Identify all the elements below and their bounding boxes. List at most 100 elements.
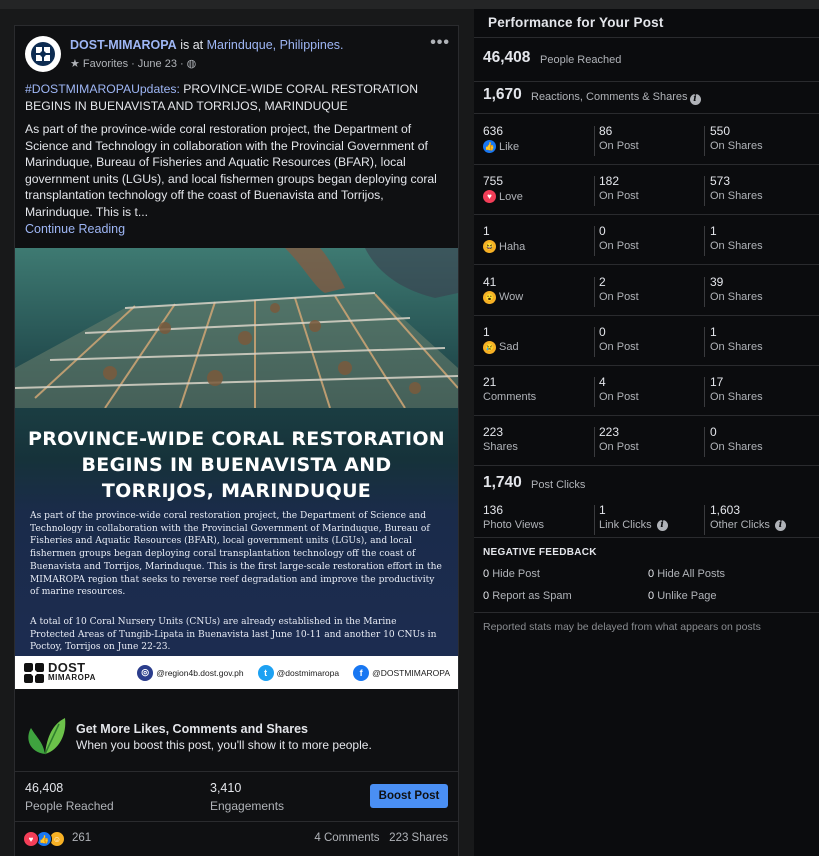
facebook-handle: f @DOSTMIMAROPA bbox=[353, 664, 450, 681]
reaction-total-cell: 1 😢 Sad bbox=[483, 324, 519, 354]
facebook-icon: f bbox=[353, 664, 370, 681]
reaction-row-wow: 41 😮 Wow 2 On Post 39 On Shares bbox=[474, 266, 819, 316]
post-image[interactable]: PROVINCE-WIDE CORAL RESTORATION BEGINS I… bbox=[15, 248, 458, 689]
top-bar bbox=[0, 0, 819, 9]
boost-subtitle: When you boost this post, you'll show it… bbox=[76, 738, 372, 752]
post-meta-line: ★ Favorites · June 23 · ◍ bbox=[70, 57, 197, 71]
hide-post-stat: 0 Hide Post bbox=[483, 568, 540, 580]
post-date[interactable]: June 23 bbox=[138, 58, 177, 70]
reactions-comments-shares-value: 1,670 bbox=[483, 86, 522, 103]
haha-icon: 😆 bbox=[483, 240, 496, 254]
post-title: #DOSTMIMAROPAUpdates: PROVINCE-WIDE CORA… bbox=[25, 81, 450, 114]
unlike-page-stat: 0 Unlike Page bbox=[648, 590, 717, 602]
reactions-comments-shares-label: Reactions, Comments & Shares i bbox=[531, 91, 701, 105]
performance-panel: Performance for Your Post 46,408 People … bbox=[474, 9, 819, 856]
post-card: DOST-MIMAROPA is at Marinduque, Philippi… bbox=[14, 25, 459, 856]
info-icon[interactable]: i bbox=[689, 93, 701, 105]
info-icon[interactable]: i bbox=[774, 519, 786, 531]
engagements-value: 3,410 bbox=[210, 781, 242, 795]
report-spam-stat: 0 Report as Spam bbox=[483, 590, 572, 602]
reactions-count[interactable]: 261 bbox=[72, 832, 91, 844]
other-clicks-cell: 1,603 Other Clicks i bbox=[710, 503, 786, 531]
hashtag-link[interactable]: #DOSTMIMAROPAUpdates: bbox=[25, 82, 180, 96]
reactions-bar: ♥ 👍 ☺ 261 4 Comments 223 Shares bbox=[15, 821, 458, 854]
web-icon: ◎ bbox=[137, 664, 154, 681]
page-avatar[interactable] bbox=[25, 36, 61, 72]
dost-mimaropa-logo: DOST MIMAROPA bbox=[23, 661, 96, 684]
on-post-cell: 182 On Post bbox=[599, 174, 639, 203]
hide-all-posts-stat: 0 Hide All Posts bbox=[648, 568, 726, 580]
performance-title: Performance for Your Post bbox=[488, 15, 664, 30]
post-stats-row: 46,408 People Reached 3,410 Engagements … bbox=[15, 771, 458, 820]
on-post-cell: 4 On Post bbox=[599, 375, 639, 403]
page-name-link[interactable]: DOST-MIMAROPA bbox=[70, 38, 177, 52]
post-body-text: As part of the province-wide coral resto… bbox=[25, 122, 437, 219]
twitter-icon: t bbox=[257, 664, 274, 681]
comments-count-link[interactable]: 4 Comments bbox=[314, 832, 379, 844]
reaction-total-cell: 21 Comments bbox=[483, 375, 537, 403]
reaction-row-shares: 223 Shares 223 On Post 0 On Shares bbox=[474, 416, 819, 467]
reaction-row-comments: 21 Comments 4 On Post 17 On Shares bbox=[474, 366, 819, 416]
link-clicks-cell: 1 Link Clicks i bbox=[599, 503, 668, 531]
post-author-line: DOST-MIMAROPA is at Marinduque, Philippi… bbox=[70, 38, 344, 52]
on-post-cell: 86 On Post bbox=[599, 124, 639, 152]
audience-label: Favorites bbox=[82, 57, 129, 70]
photo-views-cell: 136 Photo Views bbox=[483, 503, 544, 531]
reaction-row-sad: 1 😢 Sad 0 On Post 1 On Shares bbox=[474, 316, 819, 366]
on-post-cell: 2 On Post bbox=[599, 274, 639, 303]
post-clicks-value: 1,740 bbox=[483, 474, 522, 491]
on-shares-cell: 1 On Shares bbox=[710, 224, 763, 253]
reaction-total-cell: 1 😆 Haha bbox=[483, 224, 526, 254]
image-footer: DOST MIMAROPA ◎ @region4b.dost.gov.ph t … bbox=[15, 656, 458, 689]
dost-logo-icon bbox=[31, 42, 55, 66]
website-handle: ◎ @region4b.dost.gov.ph bbox=[137, 664, 244, 681]
post-header: DOST-MIMAROPA is at Marinduque, Philippi… bbox=[25, 34, 450, 76]
on-shares-cell: 39 On Shares bbox=[710, 274, 763, 303]
sad-icon: 😢 bbox=[483, 340, 496, 354]
perf-reached-label: People Reached bbox=[540, 54, 622, 66]
boost-title: Get More Likes, Comments and Shares bbox=[76, 722, 309, 736]
continue-reading-link[interactable]: Continue Reading bbox=[25, 222, 125, 236]
post-clicks-label: Post Clicks bbox=[531, 479, 586, 491]
image-paragraph-2: A total of 10 Coral Nursery Units (CNUs)… bbox=[30, 617, 437, 653]
location-link[interactable]: Marinduque, Philippines. bbox=[207, 38, 344, 52]
reaction-total-cell: 41 😮 Wow bbox=[483, 274, 524, 304]
reaction-row-like: 636 👍 Like 86 On Post 550 On Shares bbox=[474, 115, 819, 165]
more-options-icon[interactable]: ••• bbox=[430, 34, 450, 52]
boost-post-button[interactable]: Boost Post bbox=[370, 784, 448, 808]
people-reached-value: 46,408 bbox=[25, 781, 64, 795]
shares-count-link[interactable]: 223 Shares bbox=[389, 832, 448, 844]
love-icon: ♥ bbox=[483, 190, 496, 204]
reaction-total-cell: 636 👍 Like bbox=[483, 124, 520, 153]
stats-disclaimer: Reported stats may be delayed from what … bbox=[483, 621, 761, 633]
comments-shares: 4 Comments 223 Shares bbox=[314, 832, 448, 844]
reaction-row-haha: 1 😆 Haha 0 On Post 1 On Shares bbox=[474, 215, 819, 266]
image-paragraph-1: As part of the province-wide coral resto… bbox=[30, 511, 442, 598]
perf-reached-value: 46,408 bbox=[483, 49, 531, 66]
leaf-icon bbox=[28, 718, 66, 755]
on-shares-cell: 17 On Shares bbox=[710, 375, 763, 403]
engagements-label: Engagements bbox=[210, 799, 285, 813]
like-icon: 👍 bbox=[483, 140, 496, 153]
reaction-total-cell: 223 Shares bbox=[483, 425, 518, 454]
dost-mark-icon bbox=[24, 662, 44, 683]
coral-nursery-photo bbox=[15, 248, 458, 408]
image-headline: PROVINCE-WIDE CORAL RESTORATION BEGINS I… bbox=[27, 428, 446, 502]
twitter-handle: t @dostmimaropa bbox=[257, 664, 339, 681]
reaction-row-love: 755 ♥ Love 182 On Post 573 On Shares bbox=[474, 165, 819, 216]
on-shares-cell: 0 On Shares bbox=[710, 425, 763, 454]
wow-icon: 😮 bbox=[483, 290, 496, 304]
negative-feedback-title: NEGATIVE FEEDBACK bbox=[483, 547, 597, 558]
globe-icon: ◍ bbox=[186, 58, 197, 70]
love-reaction-icon[interactable]: ♥ bbox=[23, 831, 39, 847]
on-post-cell: 0 On Post bbox=[599, 324, 639, 353]
on-shares-cell: 550 On Shares bbox=[710, 124, 763, 152]
people-reached-label: People Reached bbox=[25, 799, 114, 813]
on-shares-cell: 1 On Shares bbox=[710, 324, 763, 353]
reaction-total-cell: 755 ♥ Love bbox=[483, 174, 523, 204]
info-icon[interactable]: i bbox=[656, 519, 668, 531]
on-shares-cell: 573 On Shares bbox=[710, 174, 763, 203]
on-post-cell: 0 On Post bbox=[599, 224, 639, 253]
on-post-cell: 223 On Post bbox=[599, 425, 639, 454]
star-icon: ★ bbox=[70, 58, 80, 70]
